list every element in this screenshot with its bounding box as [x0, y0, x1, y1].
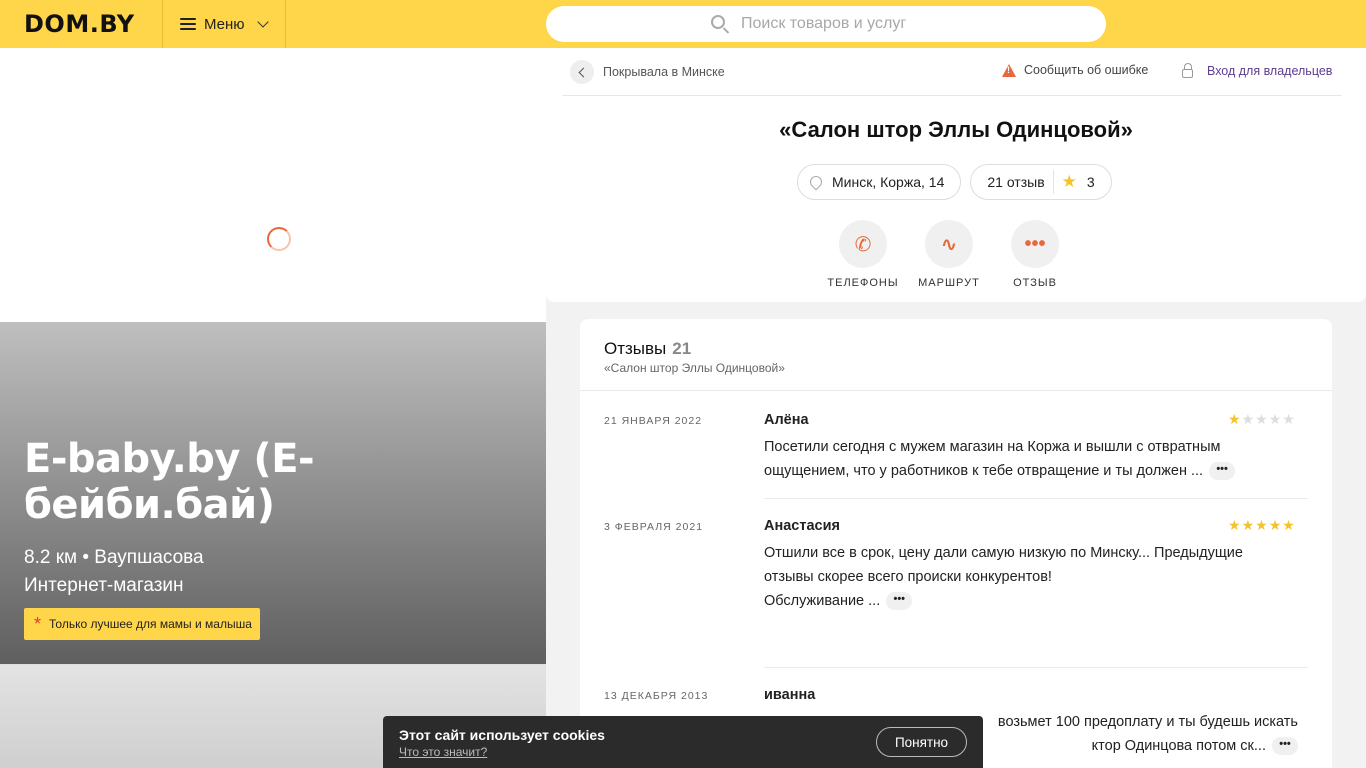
- menu-label: Меню: [204, 15, 245, 33]
- star-filled-icon: ★: [1228, 411, 1242, 427]
- reviews-subtitle: «Салон штор Эллы Одинцовой»: [604, 361, 785, 375]
- lock-icon: [1182, 62, 1193, 78]
- expand-review-button[interactable]: •••: [1272, 737, 1298, 756]
- rating-value: 3: [1086, 174, 1095, 190]
- star-filled-icon: ★: [1268, 517, 1283, 533]
- loading-spinner-icon: [267, 227, 291, 251]
- search-input[interactable]: [741, 15, 941, 33]
- breadcrumb[interactable]: Покрывала в Минске: [570, 60, 725, 84]
- company-title: «Салон штор Эллы Одинцовой»: [779, 117, 1133, 142]
- review-date: 13 ДЕКАБРЯ 2013: [604, 690, 709, 702]
- search-bar[interactable]: [546, 6, 1106, 42]
- address-label: Минск, Коржа, 14: [832, 174, 945, 190]
- star-empty-icon: ★: [1282, 411, 1296, 427]
- review-divider: [764, 667, 1308, 668]
- chevron-down-icon: [256, 16, 269, 28]
- review-date: 21 ЯНВАРЯ 2022: [604, 415, 703, 427]
- back-button[interactable]: [570, 60, 594, 84]
- promo-banner[interactable]: E-baby.by (E-бейби.бай) 8.2 км • Ваупшас…: [0, 322, 546, 664]
- site-logo[interactable]: DOM.BY: [24, 10, 135, 38]
- review-line: Отшили все в срок, цену дали самую низку…: [764, 545, 1243, 561]
- review-line: отзывы скорее всего происки конкурентов!: [764, 569, 1052, 585]
- review-line: ощущением, что у работников к тебе отвра…: [764, 459, 1304, 483]
- map-area: [0, 48, 546, 322]
- menu-button[interactable]: Меню: [162, 0, 286, 48]
- star-filled-icon: ★: [1241, 517, 1256, 533]
- review-text: Отшили все в срок, цену дали самую низку…: [764, 541, 1304, 613]
- review-text: Посетили сегодня с мужем магазин на Корж…: [764, 435, 1304, 483]
- route-icon: ∿: [925, 220, 973, 268]
- report-error-label: Сообщить об ошибке: [1024, 63, 1149, 77]
- review-author: Алёна: [764, 412, 809, 428]
- phone-icon: ✆: [839, 220, 887, 268]
- star-filled-icon: ★: [1228, 517, 1242, 533]
- divider: [580, 390, 1332, 391]
- review-author: иванна: [764, 687, 816, 703]
- breadcrumb-label[interactable]: Покрывала в Минске: [603, 65, 725, 79]
- expand-review-button[interactable]: •••: [1209, 462, 1236, 481]
- cookie-info-link[interactable]: Что это значит?: [399, 745, 487, 759]
- burger-icon: [180, 18, 196, 30]
- promo-details: 8.2 км • Ваупшасова Интернет-магазин: [24, 544, 204, 600]
- action-buttons: ✆ ТЕЛЕФОНЫ ∿ МАРШРУТ ••• ОТЗЫВ: [820, 220, 1078, 289]
- company-chips: Минск, Коржа, 14 21 отзыв ★ 3: [797, 164, 1121, 200]
- review-line-text: ктор Одинцова потом ск...: [1091, 738, 1266, 754]
- star-filled-icon: ★: [1282, 517, 1296, 533]
- review-stars: ★★★★★: [1228, 517, 1296, 534]
- chevron-left-icon: [578, 67, 589, 77]
- divider: [562, 95, 1342, 96]
- phones-label: ТЕЛЕФОНЫ: [827, 277, 899, 289]
- reviews-count-label: 21 отзыв: [987, 174, 1045, 190]
- owner-login-label: Вход для владельцев: [1207, 64, 1333, 78]
- search-icon: [711, 15, 725, 29]
- review-line-text: Обслуживание ...: [764, 593, 881, 609]
- address-chip[interactable]: Минск, Коржа, 14: [797, 164, 962, 200]
- cookie-title: Этот сайт использует cookies: [399, 727, 605, 743]
- phones-button[interactable]: ✆ ТЕЛЕФОНЫ: [820, 220, 906, 289]
- reviews-heading: Отзывы 21: [604, 339, 691, 359]
- reviews-card: Отзывы 21 «Салон штор Эллы Одинцовой» 21 …: [580, 319, 1332, 768]
- route-button[interactable]: ∿ МАРШРУТ: [906, 220, 992, 289]
- star-icon: ★: [1061, 172, 1077, 191]
- report-error-link[interactable]: Сообщить об ошибке: [1002, 63, 1148, 77]
- cookie-accept-button[interactable]: Понятно: [876, 727, 967, 757]
- expand-review-button[interactable]: •••: [886, 592, 913, 611]
- chat-bubble-icon: •••: [1011, 220, 1059, 268]
- review-stars: ★★★★★: [1228, 411, 1296, 428]
- star-filled-icon: ★: [1255, 517, 1269, 533]
- reviews-rating-chip[interactable]: 21 отзыв ★ 3: [970, 164, 1112, 200]
- review-line: Обслуживание ... •••: [764, 589, 1304, 613]
- promo-badge-label: Только лучшее для мамы и малыша: [49, 617, 252, 631]
- review-divider: [764, 498, 1308, 499]
- location-pin-icon: [807, 173, 825, 191]
- review-author: Анастасия: [764, 518, 840, 534]
- star-empty-icon: ★: [1268, 411, 1283, 427]
- review-date: 3 ФЕВРАЛЯ 2021: [604, 521, 704, 533]
- star-empty-icon: ★: [1255, 411, 1269, 427]
- route-label: МАРШРУТ: [918, 277, 980, 289]
- warning-icon: [1002, 63, 1016, 77]
- reviews-count: 21: [672, 339, 692, 358]
- promo-category: Интернет-магазин: [24, 575, 184, 596]
- promo-distance: 8.2 км • Ваупшасова: [24, 547, 204, 568]
- company-card: Покрывала в Минске Сообщить об ошибке Вх…: [546, 48, 1366, 302]
- owner-login-link[interactable]: Вход для владельцев: [1182, 62, 1333, 78]
- promo-badge: * Только лучшее для мамы и малыша: [24, 608, 260, 640]
- write-review-button[interactable]: ••• ОТЗЫВ: [992, 220, 1078, 289]
- promo-title: E-baby.by (E-бейби.бай): [24, 436, 315, 528]
- chip-divider: [1052, 170, 1054, 194]
- review-line: Посетили сегодня с мужем магазин на Корж…: [764, 439, 1221, 455]
- star-empty-icon: ★: [1241, 411, 1256, 427]
- top-header: DOM.BY Меню: [0, 0, 1366, 48]
- review-line-text: ощущением, что у работников к тебе отвра…: [764, 463, 1204, 479]
- reviews-heading-label: Отзывы: [604, 339, 667, 358]
- cookie-banner: Этот сайт использует cookies Что это зна…: [383, 716, 983, 768]
- review-label: ОТЗЫВ: [1013, 277, 1057, 289]
- asterisk-icon: *: [34, 614, 42, 634]
